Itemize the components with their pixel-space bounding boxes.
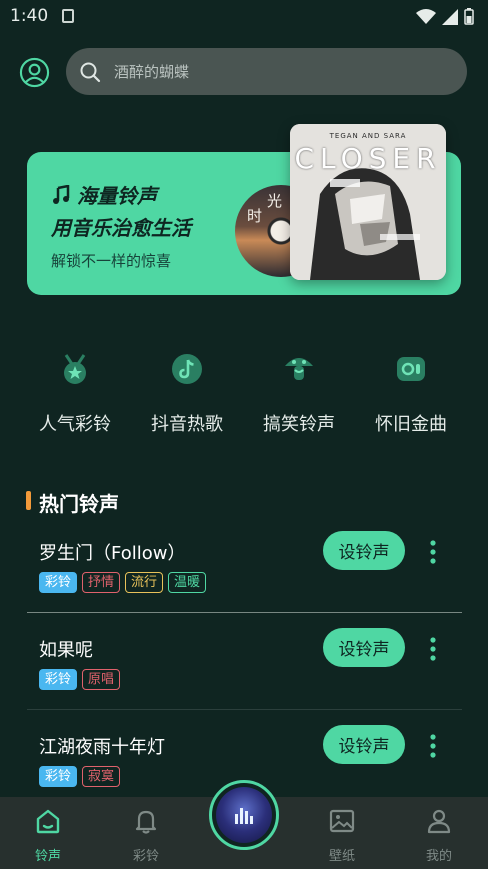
- recorder-icon: [397, 357, 425, 381]
- nav-ringtones[interactable]: 铃声: [13, 807, 83, 864]
- song-tags: 彩铃 抒情 流行 温暖: [39, 572, 207, 593]
- nav-color-ring[interactable]: 彩铃: [111, 807, 181, 864]
- category-popular[interactable]: 人气彩铃: [30, 352, 120, 436]
- album-cover: TEGAN AND SARA CLOSER: [290, 124, 446, 280]
- song-row[interactable]: 罗生门（Follow） 彩铃 抒情 流行 温暖 设铃声: [0, 531, 488, 635]
- profile-icon[interactable]: [19, 57, 50, 88]
- battery-icon: [464, 8, 474, 25]
- search-icon: [80, 62, 101, 82]
- divider: [27, 709, 462, 710]
- song-title: 如果呢: [39, 640, 93, 661]
- nav-label: 铃声: [34, 849, 61, 864]
- section-marker: [26, 491, 31, 510]
- banner-subtitle: 用音乐治愈生活: [51, 216, 191, 240]
- song-title: 江湖夜雨十年灯: [39, 737, 165, 758]
- album-artist: TEGAN AND SARA: [329, 132, 407, 140]
- category-label: 搞笑铃声: [263, 414, 335, 435]
- promo-banner[interactable]: 海量铃声 用音乐治愈生活 解锁不一样的惊喜 时 光 TEGAN AND SARA…: [27, 124, 461, 295]
- image-icon: [329, 809, 355, 833]
- nav-wallpaper[interactable]: 壁纸: [307, 807, 377, 864]
- song-tags: 彩铃 寂寞: [39, 766, 121, 787]
- tag-badge: 彩铃: [39, 572, 78, 593]
- divider: [27, 612, 462, 613]
- category-classics[interactable]: 怀旧金曲: [366, 352, 456, 436]
- music-note-icon: [53, 184, 70, 204]
- status-time: 1:40: [10, 6, 49, 26]
- category-label: 抖音热歌: [151, 414, 223, 435]
- nav-label: 彩铃: [132, 849, 159, 864]
- now-playing-disc: [216, 787, 272, 843]
- tiktok-icon: [172, 354, 202, 384]
- now-playing-button[interactable]: [209, 780, 279, 850]
- set-ringtone-button[interactable]: 设铃声: [323, 725, 405, 764]
- song-row[interactable]: 如果呢 彩铃 原唱 设铃声: [0, 628, 488, 732]
- vinyl-text: 时: [247, 207, 263, 225]
- category-funny[interactable]: 搞笑铃声: [254, 352, 344, 436]
- section-title: 热门铃声: [39, 492, 119, 516]
- more-options-icon[interactable]: [429, 539, 437, 565]
- tag-badge: 抒情: [82, 572, 121, 593]
- status-icons: [416, 8, 474, 25]
- sim-icon: [62, 9, 74, 23]
- tag-badge: 温暖: [168, 572, 207, 593]
- tag-badge: 彩铃: [39, 766, 78, 787]
- song-title: 罗生门（Follow）: [39, 543, 186, 564]
- tag-badge: 原唱: [82, 669, 121, 690]
- equalizer-icon: [235, 808, 253, 824]
- set-ringtone-button[interactable]: 设铃声: [323, 531, 405, 570]
- status-bar: 1:40: [0, 0, 488, 32]
- set-ringtone-button[interactable]: 设铃声: [323, 628, 405, 667]
- user-icon: [427, 809, 451, 834]
- mushroom-icon: [285, 358, 313, 380]
- category-label: 人气彩铃: [39, 414, 111, 435]
- medal-icon: [64, 354, 86, 384]
- nav-label: 我的: [425, 849, 452, 864]
- banner-title-row: 海量铃声: [51, 180, 157, 209]
- banner-description: 解锁不一样的惊喜: [51, 252, 172, 270]
- search-input[interactable]: 酒醉的蝴蝶: [114, 61, 189, 82]
- album-title: CLOSER: [294, 142, 442, 175]
- tag-badge: 寂寞: [82, 766, 121, 787]
- tag-badge: 彩铃: [39, 669, 78, 690]
- more-options-icon[interactable]: [429, 636, 437, 662]
- bell-icon: [135, 810, 157, 834]
- signal-icon: [442, 8, 458, 25]
- vinyl-text: 光: [267, 192, 283, 210]
- more-options-icon[interactable]: [429, 733, 437, 759]
- home-icon: [36, 809, 60, 834]
- nav-mine[interactable]: 我的: [404, 807, 474, 864]
- banner-title: 海量铃声: [77, 184, 157, 208]
- category-label: 怀旧金曲: [375, 414, 447, 435]
- nav-label: 壁纸: [328, 849, 355, 864]
- wifi-icon: [416, 8, 436, 24]
- song-tags: 彩铃 原唱: [39, 669, 121, 690]
- category-douyin[interactable]: 抖音热歌: [142, 352, 232, 436]
- search-bar[interactable]: 酒醉的蝴蝶: [66, 48, 467, 95]
- tag-badge: 流行: [125, 572, 164, 593]
